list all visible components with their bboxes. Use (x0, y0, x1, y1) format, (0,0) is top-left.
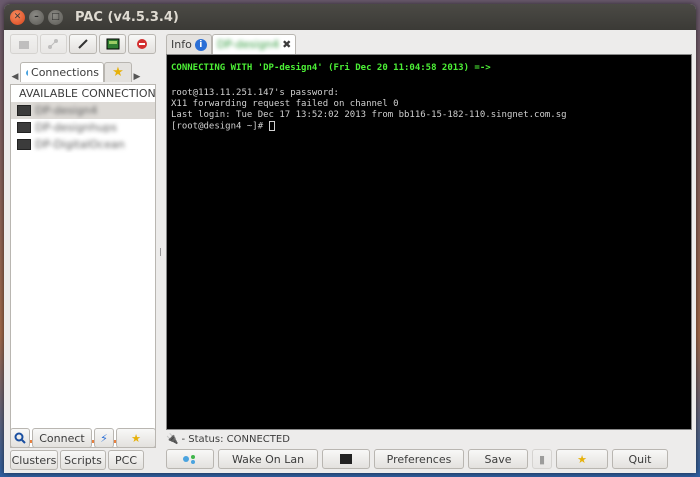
edit-button[interactable] (69, 34, 97, 54)
lightning-icon: ⚡ (100, 431, 108, 445)
pcc-button-label: PCC (115, 453, 137, 467)
wake-on-lan-label: Wake On Lan (231, 452, 305, 466)
app-window: ✕ – □ PAC (v4.5.3.4) ◀ Connections ★ ▶ A… (4, 4, 696, 473)
left-toolbar (10, 34, 156, 54)
connect-row: Connect ⚡ ★ (10, 428, 156, 448)
terminal-prompt: [root@design4 ~]# (171, 121, 687, 133)
tab-session-label: DP-design4 (216, 38, 280, 51)
terminal-header-text: CONNECTING WITH 'DP-design4' (Fri Dec 20… (171, 63, 491, 73)
terminal-output[interactable]: CONNECTING WITH 'DP-design4' (Fri Dec 20… (166, 54, 692, 430)
tree-item-design4[interactable]: DP-design4 (11, 102, 155, 119)
tree-item-label: DP-designhups (35, 121, 117, 134)
add-connection-button[interactable] (39, 34, 68, 54)
tab-connections-label: Connections (31, 66, 99, 79)
quit-label: Quit (628, 452, 652, 466)
tree-item-label: DP-design4 (35, 104, 98, 117)
tab-connections[interactable]: Connections (20, 62, 104, 82)
terminal-line: X11 forwarding request failed on channel… (171, 99, 399, 109)
cluster-button[interactable] (98, 34, 127, 54)
left-tabs: ◀ Connections ★ ▶ (10, 62, 156, 82)
status-text: - Status: CONNECTED (181, 433, 290, 445)
folder-add-icon (18, 41, 29, 49)
terminal-button[interactable] (322, 449, 370, 469)
tab-session[interactable]: DP-design4 ✖ (211, 34, 297, 54)
search-icon (14, 432, 26, 444)
scripts-button[interactable]: Scripts (60, 450, 106, 470)
preferences-button[interactable]: Preferences (374, 449, 464, 469)
terminal-cursor (268, 121, 275, 131)
scripts-button-label: Scripts (64, 453, 102, 467)
status-bar: 🔌 - Status: CONNECTED (166, 432, 692, 446)
plug-icon: 🔌 (166, 433, 179, 445)
clusters-button-label: Clusters (11, 453, 57, 467)
add-favourite-button[interactable]: ★ (116, 428, 156, 448)
clusters-button[interactable]: Clusters (10, 450, 58, 470)
terminal-line: Last login: Tue Dec 17 13:52:02 2013 fro… (171, 110, 567, 120)
terminal-icon (17, 122, 31, 133)
connections-tree: AVAILABLE CONNECTIONS DP-design4 DP-desi… (10, 84, 156, 448)
terminal-panel: Info i DP-design4 ✖ CONNECTING WITH 'DP-… (166, 34, 692, 472)
lock-button[interactable]: ▮ (532, 449, 552, 469)
favourite-button[interactable]: ★ (556, 449, 608, 469)
preferences-label: Preferences (386, 452, 452, 466)
terminal-line: root@113.11.251.147's password: (171, 88, 339, 98)
window-title: PAC (v4.5.3.4) (75, 9, 179, 25)
tree-item-designhups[interactable]: DP-designhups (11, 119, 155, 136)
terminal-prompt-text: [root@design4 ~]# (171, 121, 269, 132)
delete-button[interactable] (128, 34, 156, 54)
terminal-icon (17, 139, 31, 150)
add-group-button[interactable] (10, 34, 38, 54)
lock-icon: ▮ (538, 452, 546, 466)
terminal-tabs: Info i DP-design4 ✖ (166, 34, 692, 54)
title-bar: ✕ – □ PAC (v4.5.3.4) (4, 4, 696, 30)
tab-scroll-right-icon[interactable]: ▶ (132, 72, 142, 82)
save-label: Save (484, 452, 512, 466)
show-connections-button[interactable] (166, 449, 214, 469)
tab-info[interactable]: Info i (166, 34, 212, 54)
tree-item-digitalocean[interactable]: DP-DigitalOcean (11, 136, 155, 153)
no-entry-icon (137, 39, 148, 49)
tab-scroll-left-icon[interactable]: ◀ (10, 72, 20, 82)
pcc-button[interactable]: PCC (108, 450, 144, 470)
wake-on-lan-button[interactable]: Wake On Lan (218, 449, 318, 469)
star-icon: ★ (131, 431, 141, 445)
terminal-header: CONNECTING WITH 'DP-design4' (Fri Dec 20… (171, 63, 687, 74)
connections-icon (26, 69, 29, 76)
minimize-window-button[interactable]: – (29, 9, 44, 25)
maximize-window-button[interactable]: □ (48, 9, 63, 25)
terminal-icon (17, 105, 31, 116)
tree-item-label: DP-DigitalOcean (35, 138, 125, 151)
quit-button[interactable]: Quit (612, 449, 668, 469)
network-icon (48, 39, 59, 49)
save-button[interactable]: Save (468, 449, 528, 469)
tree-root[interactable]: AVAILABLE CONNECTIONS (11, 85, 155, 102)
tab-favourites[interactable]: ★ (104, 62, 132, 82)
info-icon: i (194, 38, 207, 51)
terminal-icon (340, 454, 352, 464)
close-tab-icon[interactable]: ✖ (282, 38, 291, 51)
tab-info-label: Info (171, 38, 192, 51)
terminal-stack-icon (106, 38, 120, 50)
close-window-button[interactable]: ✕ (10, 9, 25, 25)
bottom-toolbar: Wake On Lan Preferences Save ▮ ★ Quit (166, 449, 692, 469)
connect-button-label: Connect (39, 431, 85, 445)
tools-row: Clusters Scripts PCC (10, 450, 156, 470)
connections-panel: ◀ Connections ★ ▶ AVAILABLE CONNECTIONS … (10, 34, 156, 472)
tree-root-label: AVAILABLE CONNECTIONS (19, 87, 155, 100)
quick-connect-button[interactable]: ⚡ (94, 428, 114, 448)
star-icon: ★ (112, 65, 124, 80)
connections-icon (183, 455, 195, 464)
pencil-icon (78, 39, 88, 49)
connect-button[interactable]: Connect (32, 428, 92, 448)
search-button[interactable] (10, 428, 30, 448)
pane-splitter[interactable] (160, 248, 161, 256)
star-icon: ★ (577, 452, 587, 466)
